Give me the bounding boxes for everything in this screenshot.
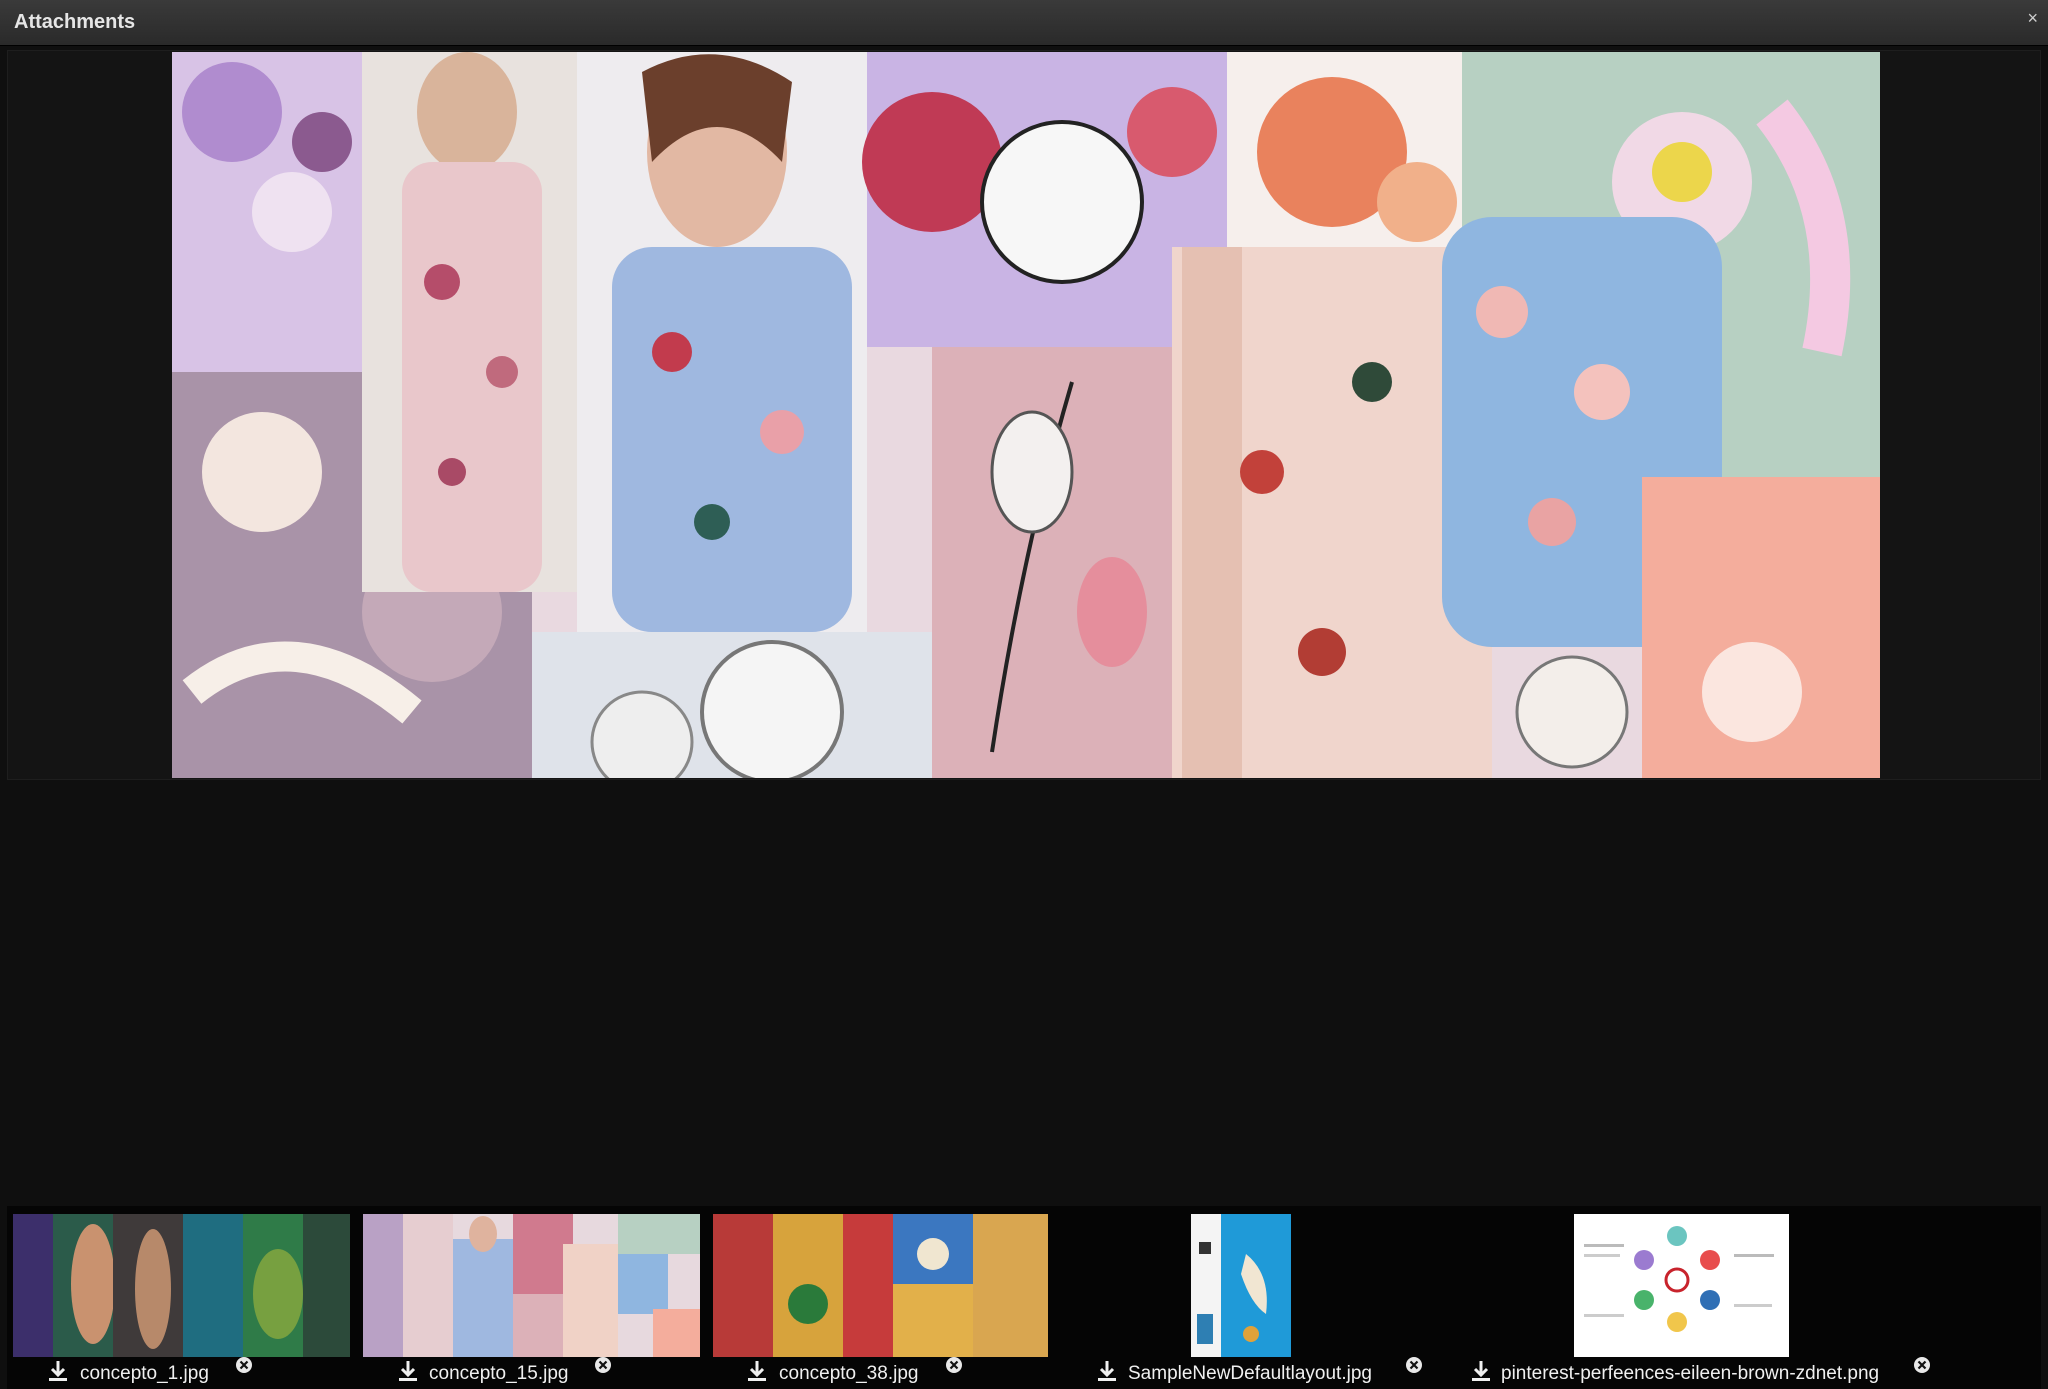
- remove-icon[interactable]: [594, 1356, 612, 1374]
- floral-collage-image: [172, 52, 1880, 778]
- attachment-file-name[interactable]: concepto_15.jpg: [429, 1363, 568, 1385]
- download-icon[interactable]: [1468, 1359, 1494, 1383]
- attachment-thumbnail-2[interactable]: [363, 1214, 700, 1357]
- close-icon[interactable]: ×: [2027, 8, 2038, 29]
- title-bar: Attachments ×: [0, 0, 2048, 46]
- attachments-window: Attachments × concepto_1.jpg concepto_15…: [0, 0, 2048, 1389]
- window-title: Attachments: [14, 11, 136, 33]
- attachment-thumbnail-5[interactable]: [1574, 1214, 1789, 1357]
- remove-icon[interactable]: [1405, 1356, 1423, 1374]
- download-icon[interactable]: [1094, 1359, 1120, 1383]
- download-icon[interactable]: [395, 1359, 421, 1383]
- attachment-file-name[interactable]: SampleNewDefaultlayout.jpg: [1128, 1363, 1372, 1385]
- attachment-thumbnail-3[interactable]: [713, 1214, 1048, 1357]
- attachment-file-name[interactable]: pinterest-perfeences-eileen-brown-zdnet.…: [1501, 1363, 1879, 1385]
- download-icon[interactable]: [744, 1359, 770, 1383]
- attachment-file-name[interactable]: concepto_1.jpg: [80, 1363, 209, 1385]
- download-icon[interactable]: [45, 1359, 71, 1383]
- attachment-thumbnail-1[interactable]: [13, 1214, 350, 1357]
- remove-icon[interactable]: [945, 1356, 963, 1374]
- preview-image: [172, 52, 1880, 778]
- image-viewer: [7, 50, 2041, 780]
- attachment-strip: concepto_1.jpg concepto_15.jpg concepto_…: [7, 1206, 2041, 1389]
- attachment-thumbnail-4[interactable]: [1191, 1214, 1291, 1357]
- attachment-file-name[interactable]: concepto_38.jpg: [779, 1363, 918, 1385]
- remove-icon[interactable]: [235, 1356, 253, 1374]
- remove-icon[interactable]: [1913, 1356, 1931, 1374]
